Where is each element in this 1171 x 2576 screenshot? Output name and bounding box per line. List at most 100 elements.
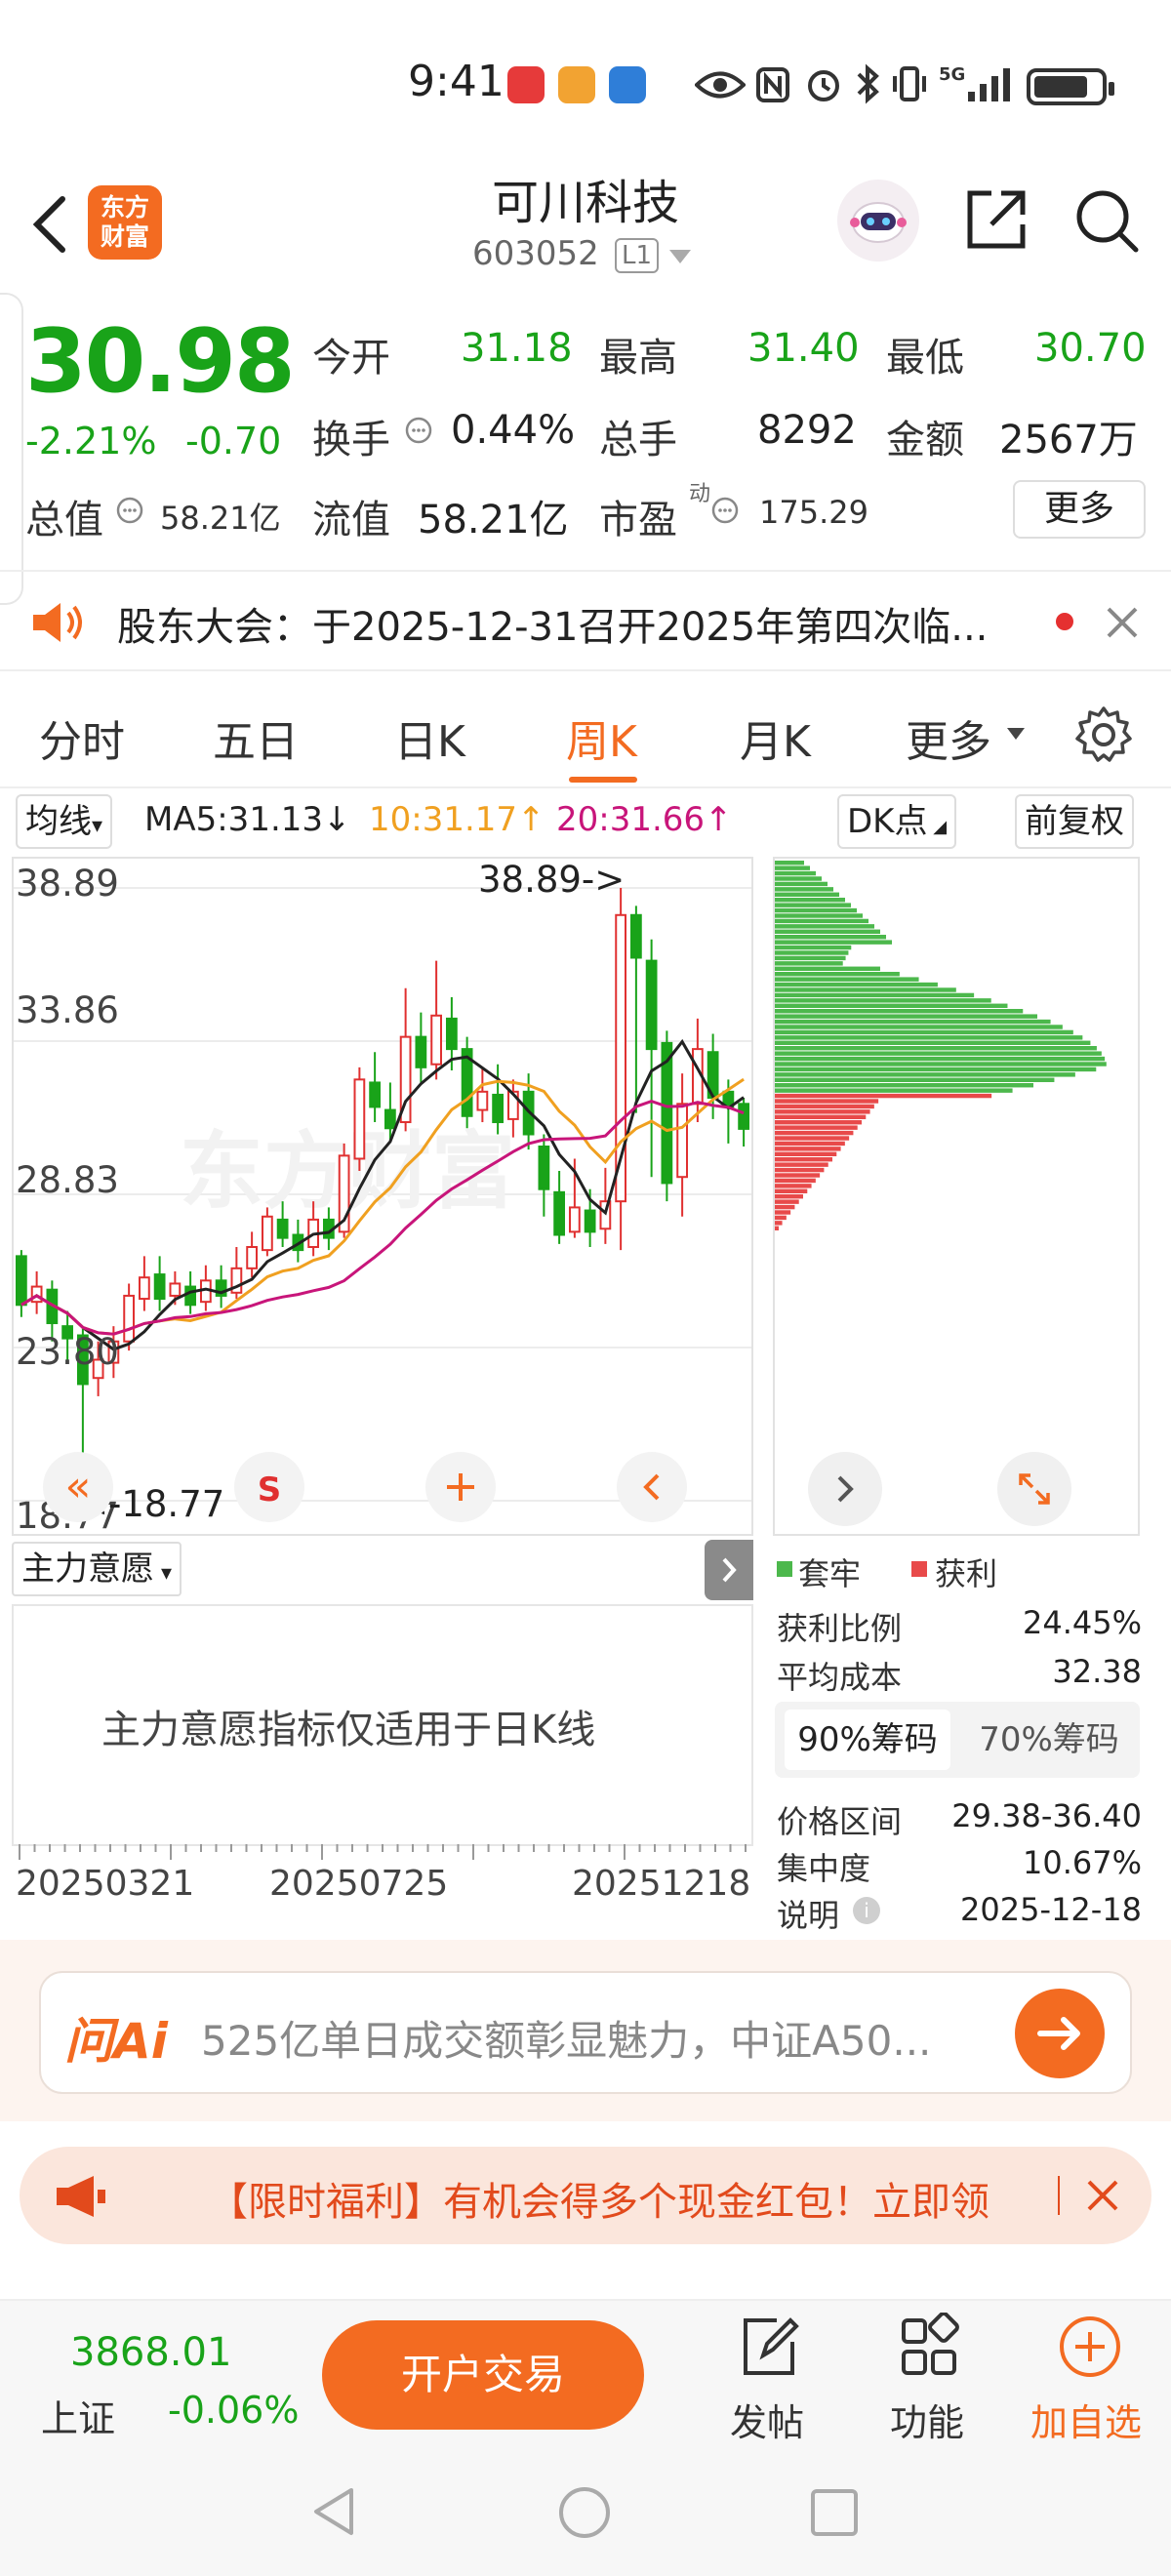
- kline-chart[interactable]: 东方财富: [14, 859, 751, 1534]
- chip-90-tab[interactable]: 90%筹码: [785, 1710, 950, 1770]
- fast-back-button[interactable]: «: [43, 1452, 113, 1522]
- trapped-chip-bar: [775, 935, 886, 940]
- stock-code: 603052: [472, 234, 599, 273]
- chevron-down-icon[interactable]: [1007, 728, 1025, 740]
- trapped-chip-bar: [775, 950, 849, 955]
- trapped-chip-bar: [775, 1088, 1013, 1093]
- market-cap-value: 58.21亿: [160, 500, 281, 537]
- dk-point-selector[interactable]: DK点 ◢: [837, 794, 957, 849]
- trapped-chip-bar: [775, 876, 822, 881]
- trapped-chip-bar: [775, 1056, 1106, 1062]
- zoom-in-button[interactable]: [425, 1452, 496, 1522]
- ai-logo: 问Ai: [64, 2013, 168, 2070]
- tab-monthly-k[interactable]: 月K: [740, 706, 811, 769]
- notification-app-icon: [558, 66, 595, 103]
- turnover-label: 换手: [312, 418, 390, 463]
- notice-bar[interactable]: 股东大会：于2025-12-31召开2025年第四次临...: [0, 570, 1171, 671]
- trapped-chip-bar: [775, 1051, 1102, 1056]
- candle: [738, 1103, 750, 1130]
- functions-grid-icon[interactable]: [898, 2313, 960, 2381]
- add-watchlist-label[interactable]: 加自选: [1030, 2393, 1142, 2446]
- search-icon[interactable]: [1071, 185, 1142, 256]
- trapped-chip-bar: [775, 903, 851, 907]
- turnover-value: 0.44%: [451, 408, 576, 453]
- post-edit-icon[interactable]: [738, 2313, 800, 2381]
- sub-indicator-selector[interactable]: 主力意愿 ▾: [12, 1542, 182, 1596]
- eye-icon: [695, 71, 746, 99]
- change-percent: -2.21%: [25, 420, 157, 463]
- y-tick-label: 23.80: [16, 1331, 119, 1373]
- profit-chip-bar: [775, 1226, 779, 1230]
- signal-icon: [968, 68, 1010, 101]
- tab-more[interactable]: 更多: [906, 706, 991, 769]
- profit-ratio-value: 24.45%: [1022, 1604, 1142, 1641]
- plus-icon: [447, 1473, 474, 1501]
- expand-side-button[interactable]: [705, 1540, 753, 1600]
- close-icon[interactable]: [1103, 603, 1142, 642]
- settings-gear-icon[interactable]: [1073, 704, 1134, 765]
- max-price-marker: 38.89->: [478, 859, 626, 901]
- more-quote-button[interactable]: 更多: [1013, 480, 1146, 539]
- tab-intraday[interactable]: 分时: [39, 706, 125, 769]
- sell-marker-label: S: [257, 1470, 282, 1509]
- trapped-chip-bar: [775, 913, 863, 918]
- share-icon[interactable]: [962, 185, 1030, 254]
- functions-label[interactable]: 功能: [890, 2393, 964, 2446]
- candle: [384, 1108, 396, 1130]
- chip-70-tab[interactable]: 70%筹码: [966, 1710, 1132, 1770]
- promo-banner[interactable]: 【限时福利】有机会得多个现金红包！立即领: [20, 2147, 1151, 2244]
- trapped-chip-bar: [775, 861, 804, 865]
- index-change[interactable]: -0.06%: [168, 2389, 299, 2432]
- scroll-left-button[interactable]: [617, 1452, 687, 1522]
- nav-recents-icon[interactable]: [808, 2486, 861, 2539]
- ai-assistant-avatar[interactable]: [837, 180, 919, 262]
- candle: [123, 1294, 136, 1343]
- trapped-chip-bar: [775, 898, 845, 903]
- profit-chip-bar: [775, 1104, 874, 1109]
- index-value[interactable]: 3868.01: [70, 2330, 231, 2375]
- adjust-selector[interactable]: 前复权: [1015, 794, 1134, 849]
- info-icon[interactable]: i: [851, 1895, 882, 1926]
- period-tabs: 分时 五日 日K 周K 月K 更多: [0, 683, 1171, 788]
- index-name[interactable]: 上证: [41, 2389, 115, 2442]
- info-icon[interactable]: [115, 496, 144, 525]
- expand-button[interactable]: [997, 1452, 1071, 1526]
- close-icon[interactable]: [1083, 2176, 1122, 2215]
- ma10-value: 10:31.17↑: [369, 800, 545, 839]
- trapped-chip-bar: [775, 1025, 1063, 1029]
- add-watchlist-icon[interactable]: [1056, 2313, 1124, 2381]
- next-button[interactable]: [808, 1452, 882, 1526]
- side-drawer-handle[interactable]: [0, 293, 23, 605]
- open-account-trade-button[interactable]: 开户交易: [322, 2320, 644, 2430]
- tab-weekly-k[interactable]: 周K: [566, 706, 637, 769]
- network-type-label: 5G: [939, 64, 966, 85]
- ai-prompt-text[interactable]: 525亿单日成交额彰显魅力，中证A50...: [201, 2008, 931, 2068]
- sell-marker-button[interactable]: S: [234, 1452, 304, 1522]
- profit-chip-bar: [775, 1151, 837, 1156]
- profit-chip-bar: [775, 1199, 799, 1204]
- profit-chip-bar: [775, 1178, 816, 1184]
- high-label: 最高: [599, 336, 677, 381]
- explain-label: 说明: [777, 1897, 840, 1934]
- change-amount: -0.70: [185, 420, 282, 463]
- tab-five-day[interactable]: 五日: [213, 706, 299, 769]
- chip-distribution-chart: [775, 861, 1107, 1230]
- level-badge[interactable]: L1: [615, 238, 660, 273]
- trapped-chip-bar: [775, 870, 816, 876]
- post-label[interactable]: 发帖: [730, 2393, 804, 2446]
- expand-icon: [1019, 1473, 1050, 1505]
- info-icon[interactable]: [710, 496, 740, 525]
- nav-back-icon[interactable]: [308, 2484, 363, 2539]
- candle: [246, 1245, 259, 1269]
- chip-date: 2025-12-18: [960, 1891, 1142, 1928]
- info-icon[interactable]: [404, 416, 433, 445]
- ma-selector[interactable]: 均线▾: [16, 794, 113, 849]
- volume-label: 总手: [599, 418, 677, 463]
- ai-send-button[interactable]: [1015, 1989, 1105, 2078]
- nav-home-icon[interactable]: [556, 2484, 613, 2541]
- amount-value: 2567万: [999, 418, 1138, 463]
- chevron-down-icon[interactable]: [669, 250, 691, 263]
- app-screen: 9:41 5G 东方 财富 可川科技 603052 L1 30.98 -2.21…: [0, 0, 1171, 2576]
- kline-chart-panel[interactable]: 东方财富: [12, 857, 753, 1536]
- tab-daily-k[interactable]: 日K: [394, 706, 465, 769]
